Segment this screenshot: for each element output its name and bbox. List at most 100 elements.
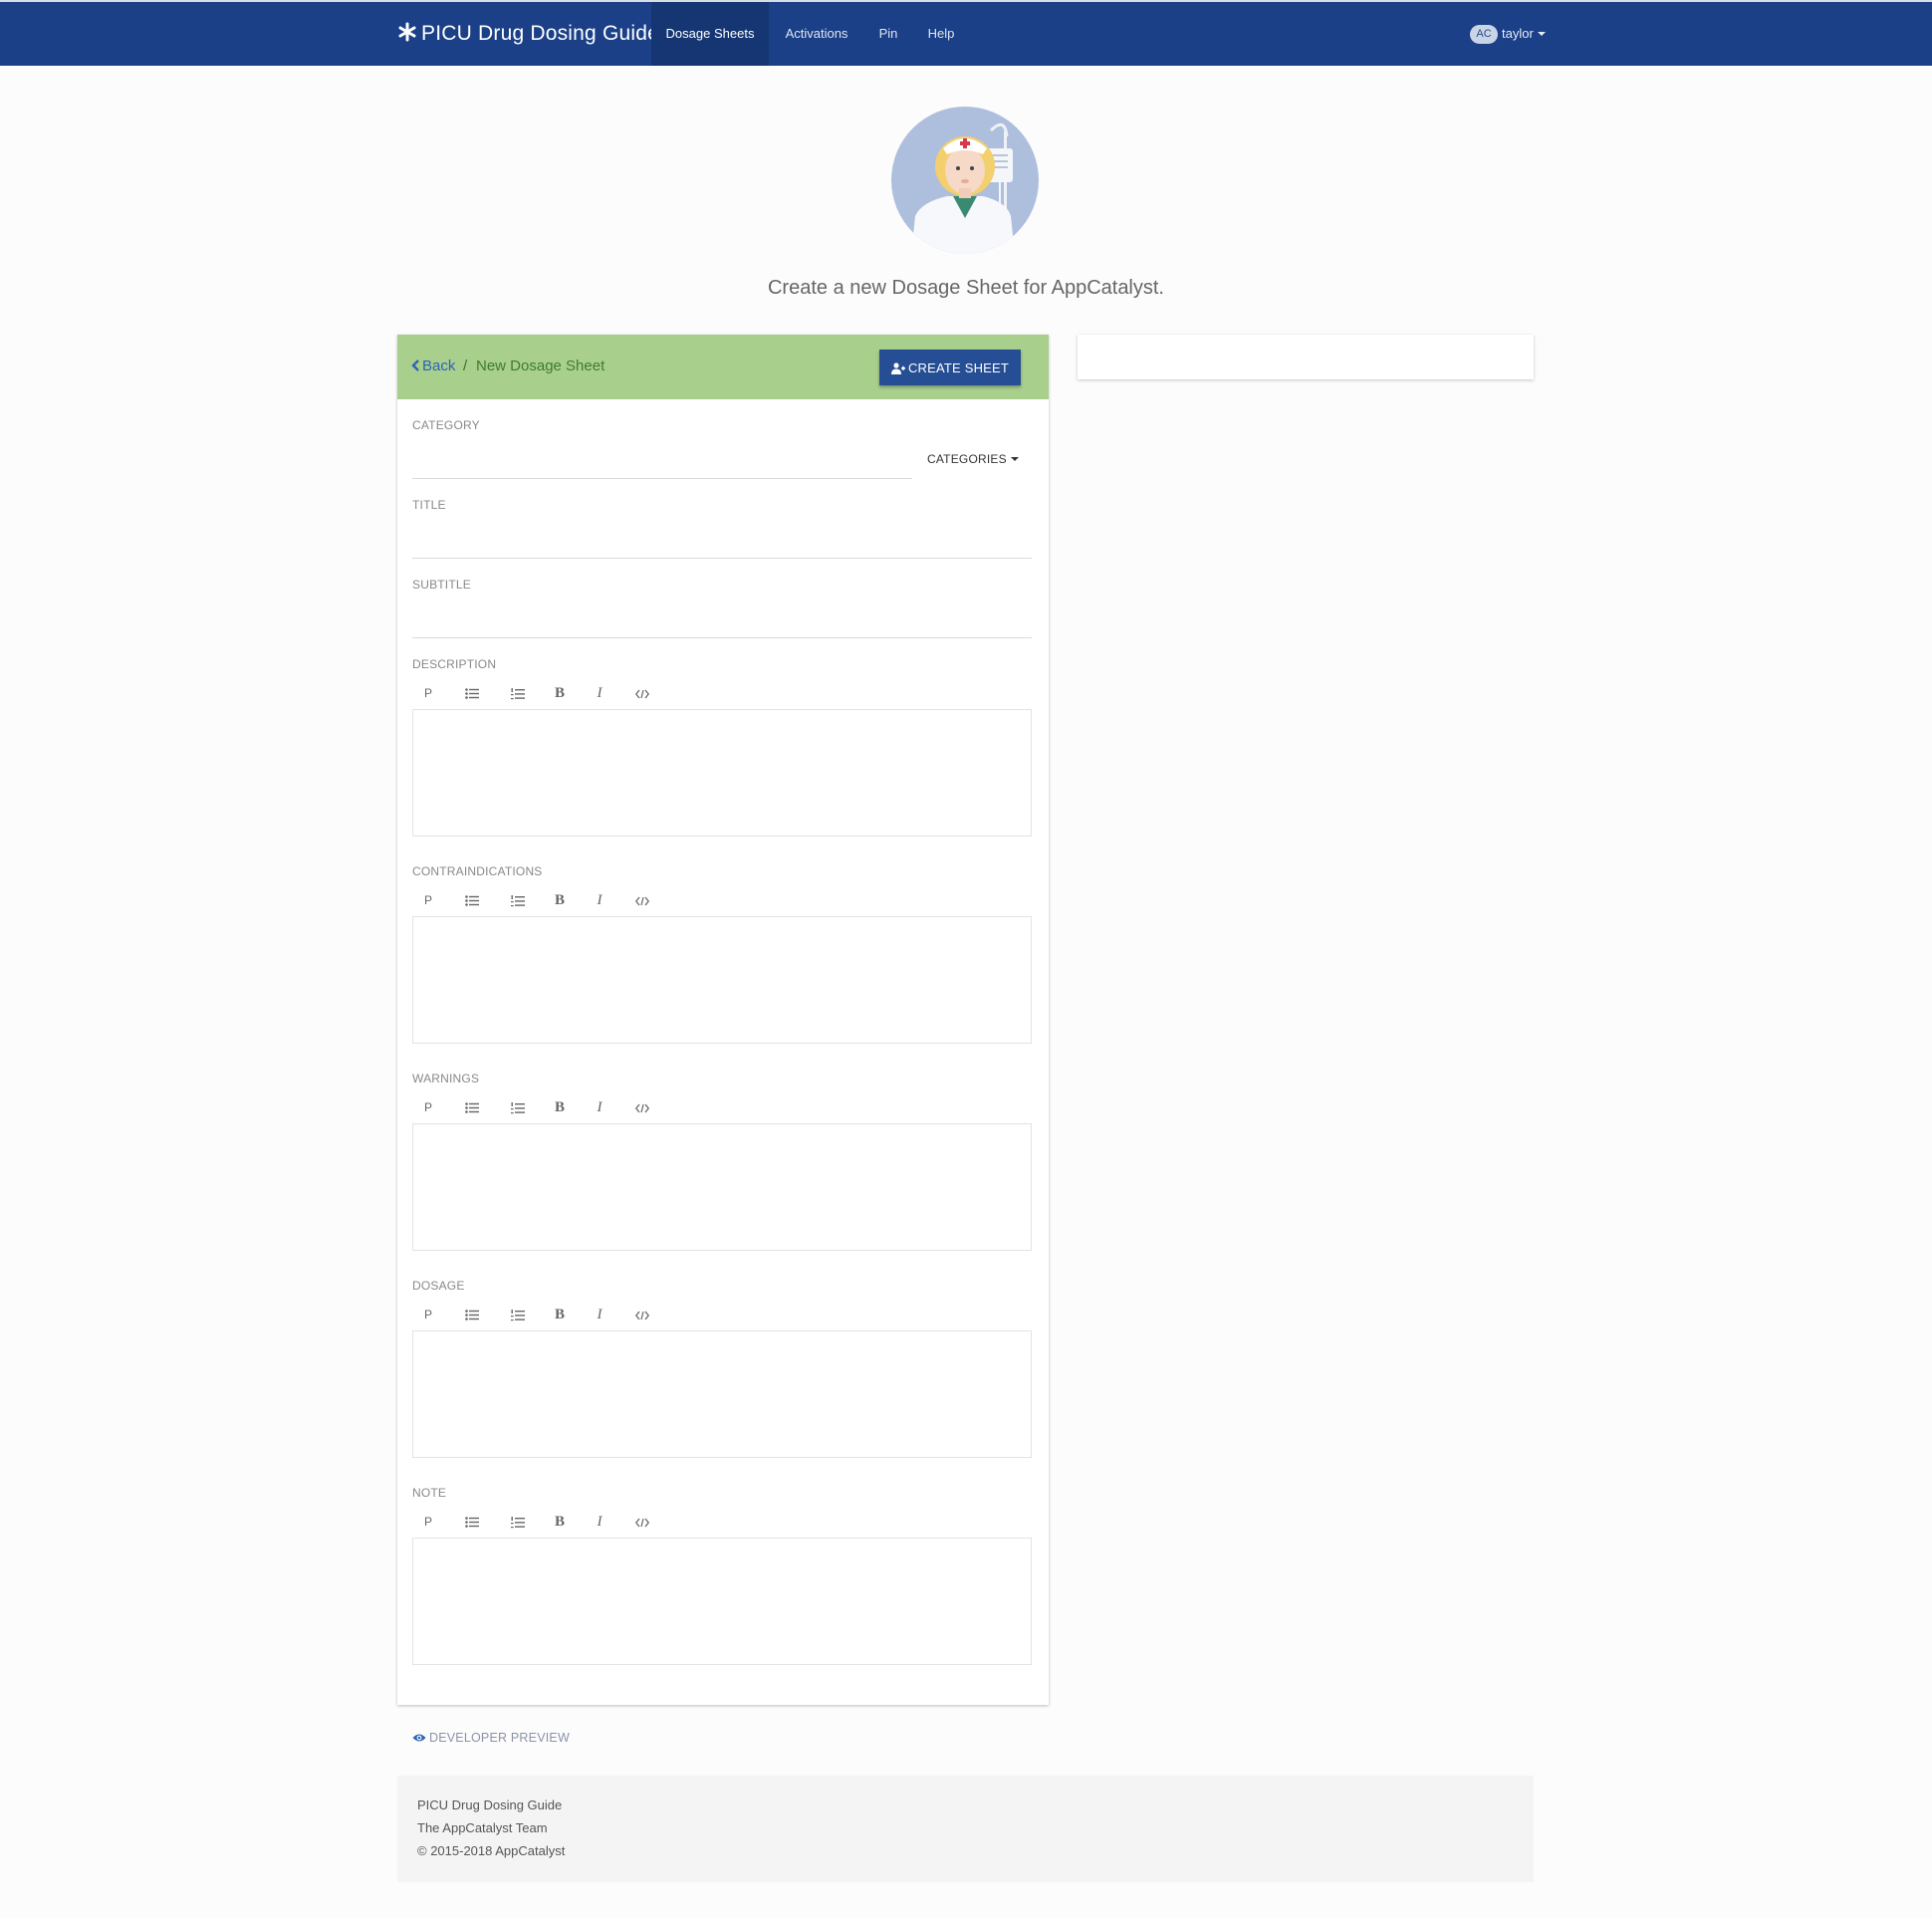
italic-button[interactable]: I bbox=[588, 1303, 611, 1326]
eye-icon bbox=[412, 1734, 426, 1742]
bullet-list-icon bbox=[465, 1099, 479, 1114]
bullet-list-icon bbox=[465, 1514, 479, 1529]
categories-label: CATEGORIES bbox=[927, 452, 1007, 466]
italic-glyph: I bbox=[597, 1514, 603, 1530]
top-navbar: PICU Drug Dosing Guide Dosage Sheets Act… bbox=[0, 0, 1932, 66]
code-icon bbox=[634, 1514, 650, 1529]
bullet-list-icon bbox=[465, 892, 479, 907]
developer-preview-label: DEVELOPER PREVIEW bbox=[429, 1731, 570, 1745]
paragraph-glyph: P bbox=[423, 893, 432, 907]
bullet-list-button[interactable] bbox=[460, 1303, 484, 1326]
description-editor[interactable] bbox=[412, 709, 1032, 837]
bullet-list-button[interactable] bbox=[460, 681, 484, 705]
title-label: TITLE bbox=[412, 498, 446, 512]
italic-button[interactable]: I bbox=[588, 1095, 611, 1119]
bold-button[interactable]: B bbox=[548, 1095, 572, 1119]
note-editor[interactable] bbox=[412, 1538, 1032, 1665]
footer-team: The AppCatalyst Team bbox=[417, 1820, 548, 1835]
note-label: NOTE bbox=[412, 1486, 447, 1500]
footer-app-name: PICU Drug Dosing Guide bbox=[417, 1798, 563, 1812]
developer-preview-toggle[interactable]: DEVELOPER PREVIEW bbox=[412, 1731, 570, 1745]
code-button[interactable] bbox=[630, 888, 654, 912]
contraindications-toolbar: P BI bbox=[412, 888, 651, 912]
bold-button[interactable]: B bbox=[548, 1303, 572, 1326]
paragraph-glyph: P bbox=[423, 1308, 432, 1321]
numbered-list-button[interactable] bbox=[506, 1095, 530, 1119]
user-menu[interactable]: AC taylor bbox=[1470, 2, 1546, 66]
code-button[interactable] bbox=[630, 681, 654, 705]
bold-glyph: B bbox=[554, 1099, 565, 1115]
italic-button[interactable]: I bbox=[588, 888, 611, 912]
italic-glyph: I bbox=[597, 1307, 603, 1322]
preview-panel bbox=[1078, 335, 1534, 379]
dosage-toolbar: PBI bbox=[412, 1303, 651, 1326]
code-icon bbox=[634, 892, 650, 907]
bold-button[interactable]: B bbox=[548, 888, 572, 912]
nurse-avatar-illustration bbox=[891, 107, 1039, 254]
paragraph-button[interactable]: P bbox=[416, 1510, 440, 1534]
note-toolbar: PBI bbox=[412, 1510, 651, 1534]
subtitle-input[interactable] bbox=[412, 609, 1032, 638]
app-brand[interactable]: PICU Drug Dosing Guide bbox=[397, 2, 659, 66]
footer-copyright: © 2015-2018 AppCatalyst bbox=[417, 1843, 566, 1858]
bullet-list-button[interactable] bbox=[460, 1095, 484, 1119]
numbered-list-button[interactable] bbox=[506, 888, 530, 912]
title-input[interactable] bbox=[412, 530, 1032, 559]
paragraph-glyph: P bbox=[423, 1100, 432, 1114]
code-button[interactable] bbox=[630, 1095, 654, 1119]
categories-dropdown[interactable]: CATEGORIES bbox=[927, 452, 1019, 466]
description-toolbar: PBI bbox=[412, 681, 651, 705]
paragraph-button[interactable]: P bbox=[416, 1303, 440, 1326]
nav-activations[interactable]: Activations bbox=[769, 2, 864, 66]
warnings-editor[interactable] bbox=[412, 1123, 1032, 1251]
create-sheet-button[interactable]: CREATE SHEET bbox=[879, 350, 1021, 385]
paragraph-glyph: P bbox=[423, 1515, 432, 1529]
description-label: DESCRIPTION bbox=[412, 657, 497, 671]
bold-button[interactable]: B bbox=[548, 1510, 572, 1534]
code-icon bbox=[634, 1099, 650, 1114]
dosage-label: DOSAGE bbox=[412, 1279, 465, 1293]
italic-button[interactable]: I bbox=[588, 1510, 611, 1534]
bullet-list-button[interactable] bbox=[460, 1510, 484, 1534]
warnings-label: WARNINGS bbox=[412, 1072, 480, 1085]
asterisk-icon bbox=[398, 22, 416, 42]
bold-button[interactable]: B bbox=[548, 681, 572, 705]
category-input[interactable] bbox=[412, 450, 912, 479]
paragraph-button[interactable]: P bbox=[416, 681, 440, 705]
nav-help[interactable]: Help bbox=[912, 2, 970, 66]
user-name: taylor bbox=[1502, 26, 1534, 41]
contraindications-editor[interactable] bbox=[412, 916, 1032, 1044]
user-avatar: AC bbox=[1470, 25, 1498, 44]
chevron-down-icon bbox=[1537, 32, 1546, 36]
italic-button[interactable]: I bbox=[588, 681, 611, 705]
new-sheet-form-card: Back / New Dosage Sheet CREATE SHEET CAT… bbox=[397, 335, 1049, 1705]
numbered-list-icon bbox=[511, 1307, 525, 1321]
warnings-toolbar: PBI bbox=[412, 1095, 651, 1119]
bold-glyph: B bbox=[554, 1514, 565, 1530]
brand-title: PICU Drug Dosing Guide bbox=[421, 22, 659, 45]
dosage-editor[interactable] bbox=[412, 1330, 1032, 1458]
breadcrumb-separator: / bbox=[463, 358, 468, 374]
numbered-list-button[interactable] bbox=[506, 681, 530, 705]
numbered-list-button[interactable] bbox=[506, 1510, 530, 1534]
back-label: Back bbox=[422, 358, 456, 374]
bullet-list-button[interactable] bbox=[460, 888, 484, 912]
numbered-list-button[interactable] bbox=[506, 1303, 530, 1326]
footer: PICU Drug Dosing Guide The AppCatalyst T… bbox=[397, 1776, 1534, 1882]
card-header: Back / New Dosage Sheet CREATE SHEET bbox=[397, 335, 1049, 399]
paragraph-button[interactable]: P bbox=[416, 888, 440, 912]
nav-pin[interactable]: Pin bbox=[864, 2, 912, 66]
paragraph-button[interactable]: P bbox=[416, 1095, 440, 1119]
chevron-down-icon bbox=[1010, 457, 1019, 461]
code-button[interactable] bbox=[630, 1510, 654, 1534]
bullet-list-icon bbox=[465, 1307, 479, 1321]
italic-glyph: I bbox=[597, 1099, 603, 1115]
breadcrumb-current: New Dosage Sheet bbox=[476, 358, 605, 374]
code-icon bbox=[634, 1307, 650, 1321]
paragraph-glyph: P bbox=[423, 686, 432, 700]
nav-dosage-sheets[interactable]: Dosage Sheets bbox=[651, 2, 769, 66]
back-link[interactable]: Back bbox=[411, 358, 455, 374]
code-button[interactable] bbox=[630, 1303, 654, 1326]
italic-glyph: I bbox=[597, 685, 603, 701]
chevron-left-icon bbox=[411, 360, 419, 371]
